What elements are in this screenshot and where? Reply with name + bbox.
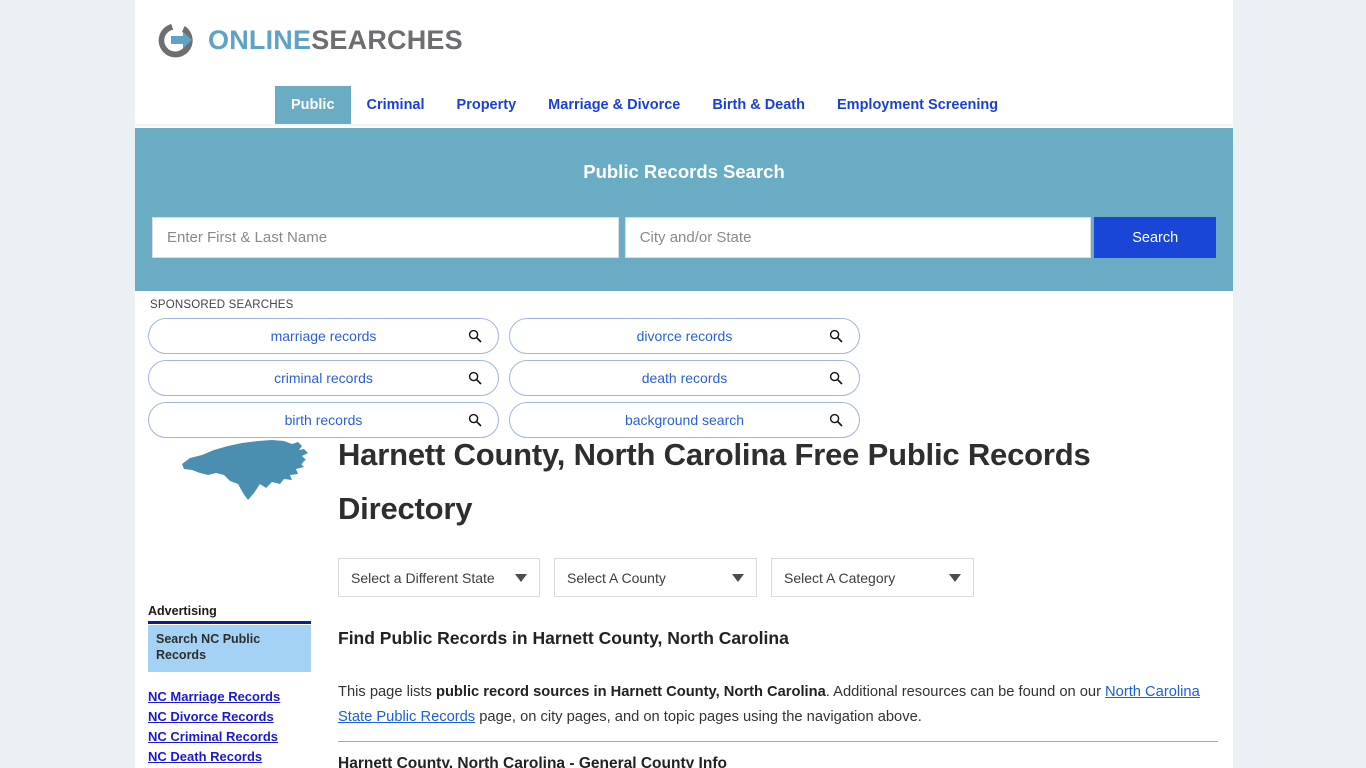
nav-tab-criminal[interactable]: Criminal (351, 86, 441, 124)
advertising-heading: Advertising (148, 604, 311, 624)
nav-tab-public[interactable]: Public (275, 86, 351, 124)
sponsored-pill-label: background search (624, 412, 745, 428)
nav-tab-employment-screening[interactable]: Employment Screening (821, 86, 1014, 124)
sponsored-pill-label: divorce records (636, 328, 733, 344)
county-select-value: Select A County (567, 569, 666, 586)
ad-link-nc-death-records[interactable]: NC Death Records (148, 748, 311, 766)
north-carolina-state-map-icon (180, 437, 312, 503)
ad-link-nc-marriage-records[interactable]: NC Marriage Records (148, 688, 311, 706)
intro-text-part1: This page lists (338, 684, 436, 700)
county-select[interactable]: Select A County (554, 558, 757, 597)
search-icon (829, 413, 843, 427)
sponsored-pill-label: birth records (284, 412, 363, 428)
general-county-info-heading: Harnett County, North Carolina - General… (338, 755, 727, 768)
search-icon (829, 329, 843, 343)
sponsored-pill-label: death records (641, 370, 728, 386)
sponsored-pill-death-records[interactable]: death records (509, 360, 860, 396)
nav-tab-birth-death[interactable]: Birth & Death (696, 86, 821, 124)
intro-paragraph: This page lists public record sources in… (338, 680, 1218, 730)
location-search-input[interactable] (624, 217, 1092, 258)
section-divider (338, 741, 1218, 742)
banner-title: Public Records Search (583, 161, 785, 182)
logo-wordmark: ONLINESEARCHES (208, 25, 463, 56)
sponsored-pill-label: criminal records (274, 370, 373, 386)
ad-link-nc-divorce-records[interactable]: NC Divorce Records (148, 708, 311, 726)
sponsored-pill-marriage-records[interactable]: marriage records (148, 318, 499, 354)
chevron-down-icon (732, 573, 744, 582)
search-icon (468, 371, 482, 385)
ad-promo-box[interactable]: Search NC Public Records (148, 625, 311, 672)
state-select[interactable]: Select a Different State (338, 558, 540, 597)
sponsored-pill-criminal-records[interactable]: criminal records (148, 360, 499, 396)
ad-link-nc-criminal-records[interactable]: NC Criminal Records (148, 728, 311, 746)
intro-text-part2: . Additional resources can be found on o… (825, 684, 1106, 700)
search-icon (829, 371, 843, 385)
sponsored-pill-label: marriage records (270, 328, 377, 344)
page-title: Harnett County, North Carolina Free Publ… (338, 437, 1091, 526)
chevron-down-icon (515, 573, 527, 582)
sponsored-pill-divorce-records[interactable]: divorce records (509, 318, 860, 354)
site-logo[interactable]: ONLINESEARCHES (155, 16, 463, 64)
search-button[interactable]: Search (1094, 217, 1217, 258)
content-column: ONLINESEARCHES Public Criminal Property … (135, 0, 1233, 768)
nav-tab-property[interactable]: Property (441, 86, 533, 124)
public-records-search-banner: Public Records Search Search (135, 128, 1233, 291)
advertising-link-list: NC Marriage Records NC Divorce Records N… (148, 688, 311, 768)
filter-select-row: Select a Different State Select A County… (338, 558, 974, 597)
intro-text-part3: page, on city pages, and on topic pages … (475, 709, 922, 725)
category-select-value: Select A Category (784, 569, 896, 586)
nav-tab-marriage-divorce[interactable]: Marriage & Divorce (532, 86, 696, 124)
logo-text-online: ONLINE (208, 24, 312, 55)
ad-promo-label: Search NC Public Records (156, 632, 261, 662)
find-records-heading: Find Public Records in Harnett County, N… (338, 628, 789, 648)
main-navigation: Public Criminal Property Marriage & Divo… (135, 86, 1233, 126)
logo-text-searches: SEARCHES (311, 24, 463, 55)
advertising-sidebar: Advertising Search NC Public Records NC … (148, 604, 311, 768)
intro-text-bold: public record sources in Harnett County,… (435, 684, 826, 700)
chevron-down-icon (949, 573, 961, 582)
sponsored-searches-list: marriage records divorce records crimina… (148, 318, 1220, 438)
search-form: Search (152, 217, 1217, 258)
page-root: ONLINESEARCHES Public Criminal Property … (0, 0, 1366, 768)
sponsored-searches-label: SPONSORED SEARCHES (150, 299, 294, 311)
name-search-input[interactable] (152, 217, 619, 258)
search-icon (468, 413, 482, 427)
category-select[interactable]: Select A Category (771, 558, 974, 597)
state-select-value: Select a Different State (351, 569, 495, 586)
search-icon (468, 329, 482, 343)
circular-arrow-logo-icon (155, 18, 199, 62)
